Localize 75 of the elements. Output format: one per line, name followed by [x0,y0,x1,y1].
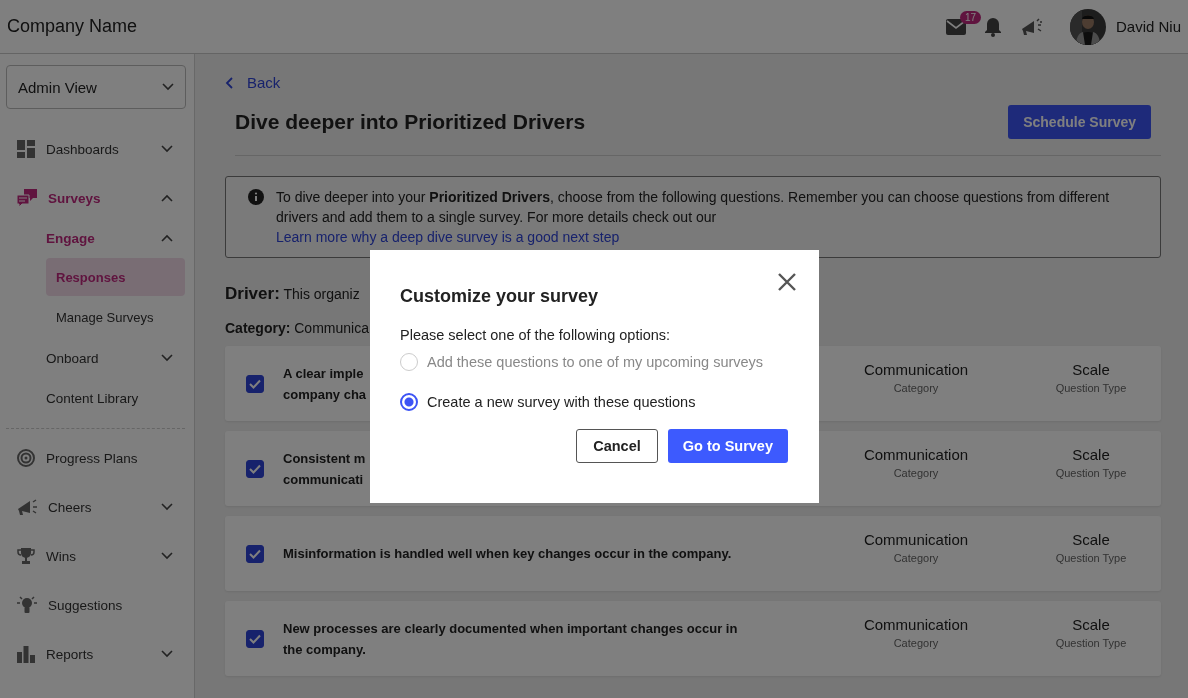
category-text: Communica [294,320,369,336]
question-text: Consistent m communicati [283,449,366,489]
driver-text: This organiz [283,286,360,302]
checkbox[interactable] [246,374,264,393]
question-type-caption: Question Type [1055,637,1127,649]
bell-icon[interactable] [983,16,1002,37]
category-value: Communication [863,531,969,548]
chevron-icon[interactable] [161,354,173,362]
notification-count: 17 [959,10,982,24]
mail-icon[interactable] [945,18,966,35]
question-type-value: Scale [1072,446,1110,463]
chevron-icon[interactable] [161,234,173,242]
nav-item[interactable]: Wins [46,548,161,564]
megaphone-icon [16,497,38,517]
question-type-value: Scale [1072,361,1110,378]
checkbox[interactable] [246,629,264,648]
back-link[interactable]: Back [225,74,281,91]
view-select[interactable]: Admin View [6,65,186,109]
info-text: To dive deeper into your Prioritized Drivers, choose from the following questions. Remember you can choose questions from different drivers and add them to a single survey. For more details check out our Learn more why a deep dive survey is a good next step [276,188,1111,247]
nav-item[interactable]: Surveys [48,190,161,206]
go-to-survey-button[interactable]: Go to Survey [667,429,788,463]
nav-item[interactable]: Manage Surveys [46,298,185,336]
question-type-caption: Question Type [1055,467,1127,479]
chat-bubbles-icon [16,188,38,208]
schedule-survey-button[interactable]: Schedule Survey [1008,105,1151,139]
checkbox[interactable] [246,459,264,478]
nav-item[interactable]: Cheers [48,499,161,515]
category-value: Communication [863,446,969,463]
category-caption: Category [893,552,939,564]
target-icon [16,448,36,468]
category-caption: Category [893,637,939,649]
question-type-value: Scale [1072,531,1110,548]
chevron-icon[interactable] [161,650,173,658]
company-name: Company Name [7,16,138,37]
question-type-caption: Question Type [1055,552,1127,564]
nav-item[interactable]: Progress Plans [46,450,185,466]
question-type-caption: Question Type [1055,382,1127,394]
trophy-icon [16,546,36,566]
question-text: New processes are clearly documented when important changes occur in the company. [283,619,738,659]
nav-item[interactable]: Suggestions [48,597,185,613]
info-icon [248,189,264,205]
chevron-icon[interactable] [161,194,173,202]
nav-item[interactable]: Onboard [46,350,161,366]
megaphone-icon[interactable] [1019,16,1044,37]
bar-chart-icon [16,644,36,664]
chevron-icon[interactable] [162,83,174,91]
dialog-title: Customize your survey [400,286,600,307]
question-type-value: Scale [1072,616,1110,633]
question-text: Misinformation is handled well when key changes occur in the company. [283,545,732,563]
nav-item[interactable]: Dashboards [46,141,161,157]
driver-label: Driver: [225,284,280,303]
lightbulb-icon [16,595,38,615]
nav-item[interactable]: Responses [46,258,185,296]
nav-item[interactable]: Content Library [46,390,185,406]
category-caption: Category [893,382,939,394]
checkbox[interactable] [246,544,264,563]
nav-item[interactable]: Reports [46,646,161,662]
category-label: Category: [225,320,291,336]
learn-more-link[interactable]: Learn more why a deep dive survey is a good next step [276,229,620,245]
chevron-icon[interactable] [161,145,173,153]
radio-option[interactable]: Create a new survey with these questions [400,389,696,415]
nav-item[interactable]: Engage [46,230,161,246]
dashboard-icon [16,139,36,159]
cancel-button[interactable]: Cancel [576,429,658,463]
category-value: Communication [863,361,969,378]
chevron-icon[interactable] [161,503,173,511]
close-icon[interactable] [777,272,797,292]
page-title: Dive deeper into Prioritized Drivers [235,110,586,134]
radio-button[interactable] [400,393,418,411]
chevron-icon[interactable] [161,552,173,560]
dialog-prompt: Please select one of the following options: [400,327,672,343]
category-value: Communication [863,616,969,633]
question-text: A clear imple company cha [283,364,367,404]
user-name[interactable]: David Niu [1115,18,1181,35]
category-caption: Category [893,467,939,479]
